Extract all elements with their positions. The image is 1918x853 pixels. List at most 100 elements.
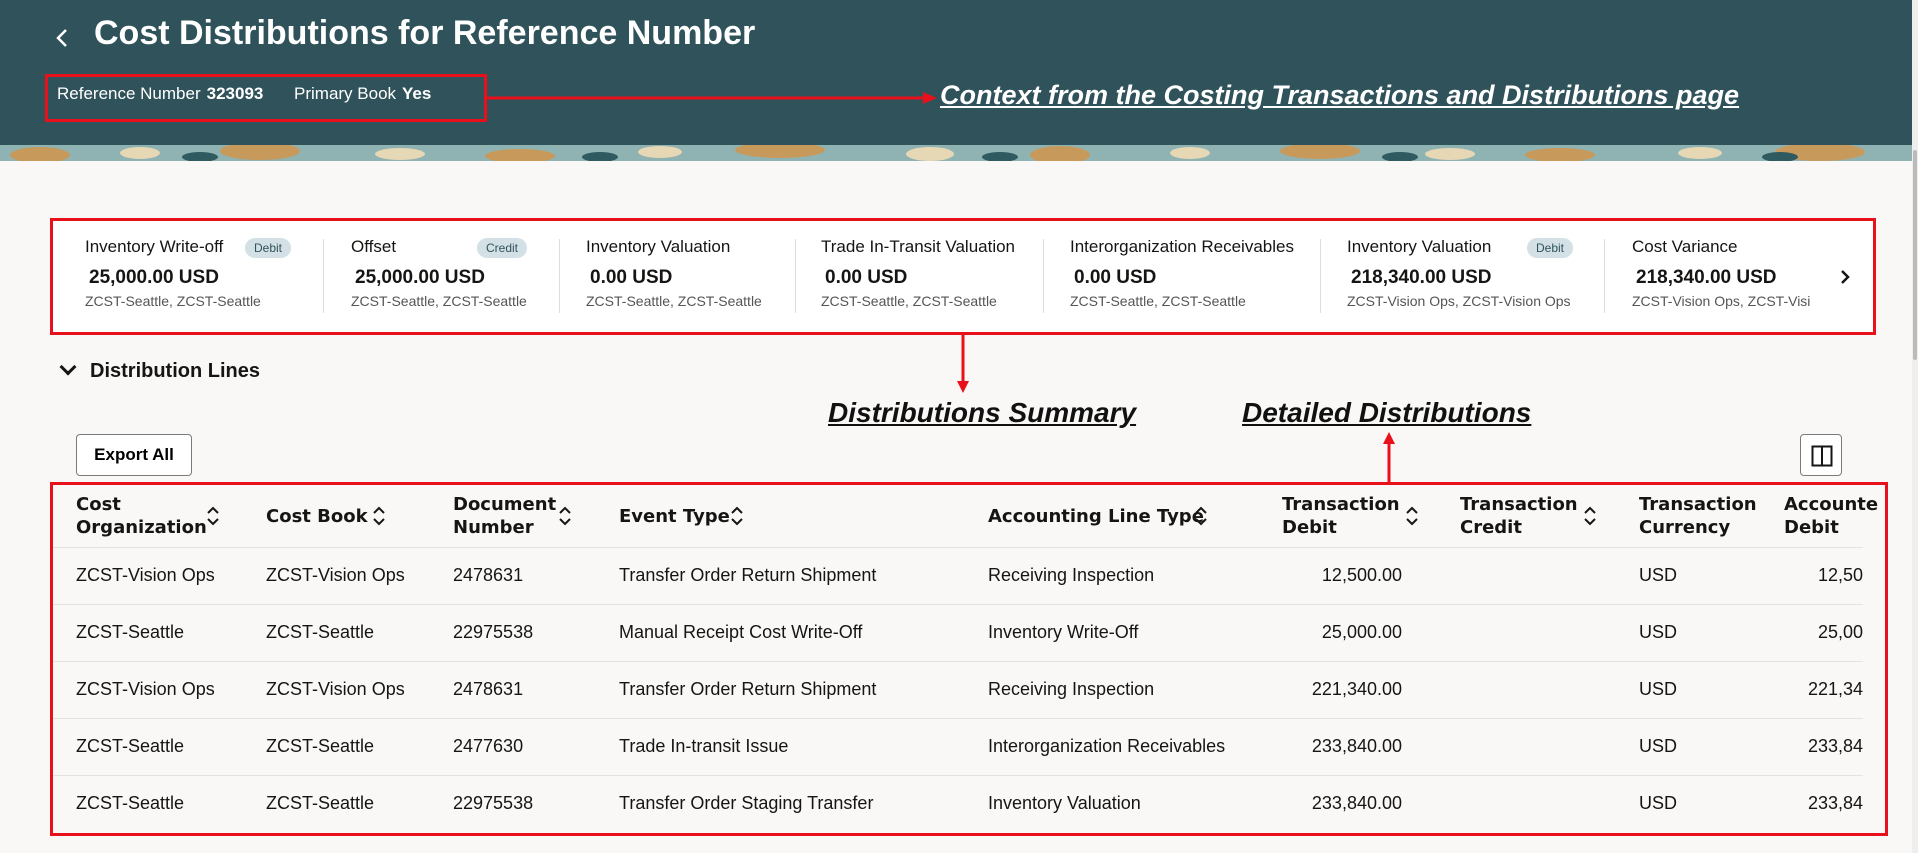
summary-card-orgs: ZCST-Seattle, ZCST-Seattle xyxy=(821,293,997,309)
chevron-down-icon xyxy=(59,358,77,376)
cell-cost-organization: ZCST-Seattle xyxy=(76,622,185,642)
summary-next-button[interactable] xyxy=(1817,221,1873,332)
section-title: Distribution Lines xyxy=(90,360,260,382)
summary-card-orgs: ZCST-Seattle, ZCST-Seattle xyxy=(351,293,527,309)
column-layout-button[interactable] xyxy=(1800,434,1842,476)
cell-event-type: Transfer Order Return Shipment xyxy=(619,565,877,585)
column-header[interactable]: Cost Book xyxy=(266,505,368,528)
cell-transaction-debit: 233,840.00 xyxy=(1311,736,1402,756)
table-row[interactable]: ZCST-Seattle ZCST-Seattle 2477630 Trade … xyxy=(53,718,1863,775)
cell-accounting-line-type: Receiving Inspection xyxy=(988,565,1155,585)
sort-icon[interactable] xyxy=(1194,505,1208,527)
back-button[interactable] xyxy=(50,18,78,58)
column-header-line: Credit xyxy=(1460,517,1522,538)
summary-card-orgs: ZCST-Seattle, ZCST-Seattle xyxy=(1070,293,1246,309)
cell-transaction-currency: USD xyxy=(1639,736,1678,756)
summary-card[interactable]: Interorganization Receivables 0.00 USD Z… xyxy=(1070,221,1320,332)
context-arrow xyxy=(487,92,937,104)
sort-icon[interactable] xyxy=(372,505,386,527)
column-header[interactable]: Cost Organization xyxy=(76,493,207,539)
cell-transaction-debit: 25,000.00 xyxy=(1321,622,1402,642)
summary-card[interactable]: Cost Variance 218,340.00 USD ZCST-Vision… xyxy=(1632,221,1832,332)
sort-icon[interactable] xyxy=(558,505,572,527)
summary-card-title: Cost Variance xyxy=(1632,237,1738,256)
column-header[interactable]: Transaction Currency xyxy=(1639,493,1757,539)
column-header-line: Accounte xyxy=(1784,494,1879,515)
reference-number-label: Reference Number xyxy=(57,84,201,103)
summary-card[interactable]: Offset Credit 25,000.00 USD ZCST-Seattle… xyxy=(351,221,561,332)
summary-arrow xyxy=(957,335,969,393)
column-header[interactable]: Document Number xyxy=(453,493,556,539)
column-header[interactable]: Event Type xyxy=(619,505,730,528)
cell-event-type: Trade In-transit Issue xyxy=(619,736,789,756)
column-header[interactable]: Accounte Debit xyxy=(1784,493,1878,539)
primary-book-label: Primary Book xyxy=(294,84,397,103)
cell-document-number: 22975538 xyxy=(453,622,534,642)
banner-decoration xyxy=(0,145,1918,161)
card-divider xyxy=(559,239,560,313)
cell-cost-book: ZCST-Seattle xyxy=(266,622,375,642)
table-row[interactable]: ZCST-Seattle ZCST-Seattle 22975538 Trans… xyxy=(53,775,1863,832)
cell-accounted-debit: 233,84 xyxy=(1807,736,1863,756)
summary-card-amount: 0.00 USD xyxy=(825,267,908,288)
table-row[interactable]: ZCST-Vision Ops ZCST-Vision Ops 2478631 … xyxy=(53,661,1863,718)
column-header-line: Debit xyxy=(1282,517,1337,538)
column-header-line: Transaction xyxy=(1282,494,1400,515)
summary-card[interactable]: Inventory Valuation 0.00 USD ZCST-Seattl… xyxy=(586,221,796,332)
card-divider xyxy=(1604,239,1605,313)
summary-card-orgs: ZCST-Seattle, ZCST-Seattle xyxy=(586,293,762,309)
cell-cost-organization: ZCST-Vision Ops xyxy=(76,565,215,585)
cell-event-type: Transfer Order Staging Transfer xyxy=(619,793,874,813)
primary-book-value: Yes xyxy=(402,84,432,103)
summary-card-title: Offset xyxy=(351,237,397,256)
cell-accounted-debit: 221,34 xyxy=(1807,679,1863,699)
cell-accounted-debit: 12,50 xyxy=(1817,565,1863,585)
summary-card-amount: 218,340.00 USD xyxy=(1636,267,1777,288)
card-divider xyxy=(1043,239,1044,313)
summary-card-orgs: ZCST-Vision Ops, ZCST-Vision Ops xyxy=(1347,293,1571,309)
column-header[interactable]: Accounting Line Type xyxy=(988,505,1204,528)
cell-event-type: Manual Receipt Cost Write-Off xyxy=(619,622,863,642)
context-annotation: Context from the Costing Transactions an… xyxy=(940,80,1740,110)
column-header-line: Cost xyxy=(76,494,121,515)
cell-document-number: 2478631 xyxy=(453,679,524,699)
cell-transaction-currency: USD xyxy=(1639,565,1678,585)
page-scrollbar-track[interactable] xyxy=(1912,0,1918,853)
summary-card[interactable]: Inventory Write-off Debit 25,000.00 USD … xyxy=(85,221,325,332)
chevron-left-icon xyxy=(56,29,67,47)
summary-card-amount: 0.00 USD xyxy=(1074,267,1157,288)
summary-card[interactable]: Inventory Valuation Debit 218,340.00 USD… xyxy=(1347,221,1597,332)
sort-icon[interactable] xyxy=(1583,505,1597,527)
summary-card[interactable]: Trade In-Transit Valuation 0.00 USD ZCST… xyxy=(821,221,1041,332)
cell-transaction-debit: 233,840.00 xyxy=(1311,793,1402,813)
detailed-annotation: Detailed Distributions xyxy=(1242,397,1532,428)
table-row[interactable]: ZCST-Seattle ZCST-Seattle 22975538 Manua… xyxy=(53,604,1863,661)
export-all-button[interactable]: Export All xyxy=(76,434,192,476)
column-header-line: Debit xyxy=(1784,517,1839,538)
cell-cost-organization: ZCST-Seattle xyxy=(76,793,185,813)
cell-document-number: 2477630 xyxy=(453,736,524,756)
sort-icon[interactable] xyxy=(730,505,744,527)
column-header-line: Number xyxy=(453,517,534,538)
cell-document-number: 22975538 xyxy=(453,793,534,813)
column-header[interactable]: Transaction Credit xyxy=(1460,493,1578,539)
table-row[interactable]: ZCST-Vision Ops ZCST-Vision Ops 2478631 … xyxy=(53,547,1863,604)
reference-number-field: Reference Number 323093 xyxy=(57,84,263,104)
column-header-line: Document xyxy=(453,494,557,515)
page-scrollbar-thumb[interactable] xyxy=(1913,150,1917,360)
card-divider xyxy=(795,239,796,313)
column-header[interactable]: Transaction Debit xyxy=(1282,493,1400,539)
summary-card-title: Trade In-Transit Valuation xyxy=(821,237,1016,256)
summary-card-title: Interorganization Receivables xyxy=(1070,237,1294,256)
sort-icon[interactable] xyxy=(206,505,220,527)
distribution-lines-toggle[interactable]: Distribution Lines xyxy=(56,358,260,383)
column-layout-icon xyxy=(1811,445,1833,467)
card-divider xyxy=(1320,239,1321,313)
cell-accounted-debit: 25,00 xyxy=(1817,622,1863,642)
cell-document-number: 2478631 xyxy=(453,565,524,585)
column-header-line: Accounting Line Type xyxy=(988,506,1204,527)
chevron-right-icon xyxy=(1841,269,1850,284)
page-title: Cost Distributions for Reference Number xyxy=(94,14,756,52)
summary-card-amount: 25,000.00 USD xyxy=(355,267,485,288)
sort-icon[interactable] xyxy=(1405,505,1419,527)
